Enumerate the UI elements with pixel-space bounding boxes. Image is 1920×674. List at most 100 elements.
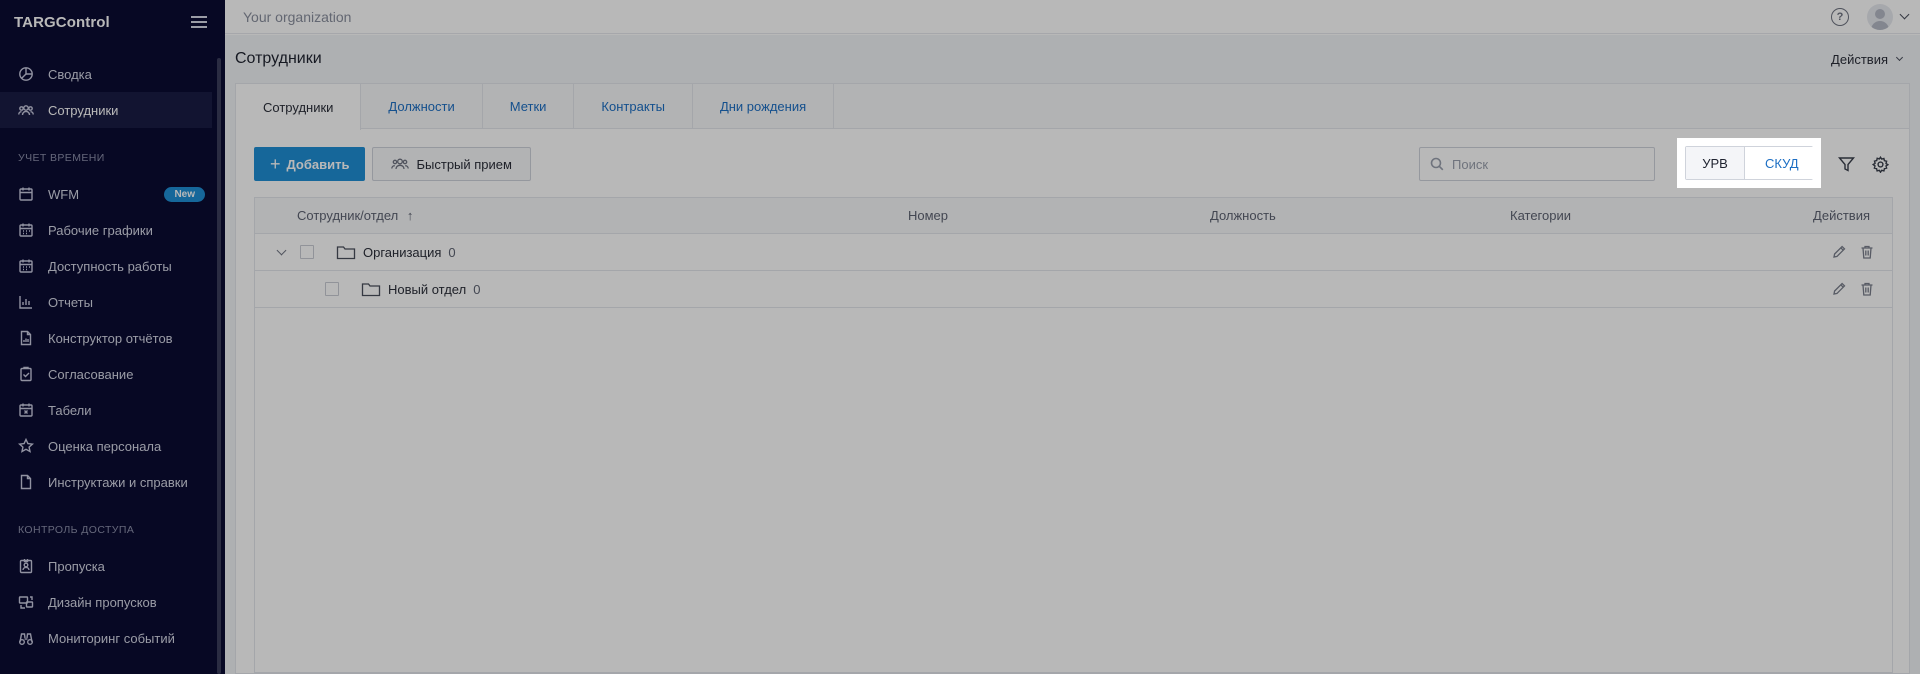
- document-icon: [18, 474, 34, 490]
- calendar-grid-icon: [18, 222, 34, 238]
- row-actions: [1819, 244, 1875, 260]
- row-actions: [1819, 281, 1875, 297]
- sidebar-item-label: Отчеты: [48, 294, 93, 310]
- expand-chevron-icon[interactable]: [276, 245, 287, 255]
- sidebar-item-approval[interactable]: Согласование: [0, 356, 225, 392]
- highlighted-mode-switch: УРВ СКУД: [1677, 138, 1821, 188]
- sidebar-item-wfm[interactable]: WFM New: [0, 176, 225, 212]
- table-header: Сотрудник/отдел ↑ Номер Должность Катего…: [255, 198, 1892, 234]
- employee-count: 0: [448, 244, 456, 260]
- segment-urv[interactable]: УРВ: [1686, 147, 1745, 179]
- sidebar-item-work-schedules[interactable]: Рабочие графики: [0, 212, 225, 248]
- employees-table: Сотрудник/отдел ↑ Номер Должность Катего…: [254, 197, 1893, 673]
- department-name[interactable]: Новый отдел: [388, 282, 466, 297]
- sidebar-item-label: Сводка: [48, 66, 92, 82]
- section-access-control: Контроль доступа: [18, 524, 135, 536]
- help-icon[interactable]: ?: [1831, 7, 1849, 26]
- chart-pie-icon: [18, 66, 34, 82]
- clipboard-check-icon: [18, 366, 34, 382]
- sidebar-item-label: Пропуска: [48, 558, 105, 574]
- page-actions-dropdown[interactable]: Действия: [1831, 51, 1904, 67]
- sidebar-item-label: Доступность работы: [48, 258, 172, 274]
- sidebar-item-pass-design[interactable]: Дизайн пропусков: [0, 584, 225, 620]
- page-title: Сотрудники: [235, 50, 322, 67]
- design-icon: [18, 594, 34, 610]
- row-name-cell[interactable]: Организация 0: [363, 245, 456, 260]
- page-actions-label: Действия: [1831, 51, 1888, 67]
- sidebar: TARGControl Сводка Сотрудники Учет време…: [0, 0, 225, 674]
- quick-hire-button[interactable]: Быстрый прием: [372, 147, 531, 181]
- edit-pencil-icon[interactable]: [1831, 281, 1847, 297]
- column-number[interactable]: Номер: [908, 208, 948, 223]
- settings-gear-icon[interactable]: [1869, 153, 1891, 175]
- tab-employees[interactable]: Сотрудники: [236, 84, 362, 130]
- mode-segmented-control: УРВ СКУД: [1685, 146, 1819, 180]
- app-logo: TARGControl: [14, 13, 110, 31]
- column-employee[interactable]: Сотрудник/отдел ↑: [297, 208, 413, 223]
- sidebar-item-summary[interactable]: Сводка: [0, 56, 225, 92]
- sidebar-item-reports[interactable]: Отчеты: [0, 284, 225, 320]
- toolbar: + Добавить Быстрый прием: [254, 147, 1891, 181]
- sidebar-item-label: Табели: [48, 402, 92, 418]
- top-bar: Your organization ?: [225, 0, 1920, 34]
- segment-skud[interactable]: СКУД: [1745, 147, 1819, 179]
- section-time-tracking: Учет времени: [18, 152, 105, 164]
- trash-icon[interactable]: [1859, 281, 1875, 297]
- sidebar-item-label: Конструктор отчётов: [48, 330, 173, 346]
- row-name-cell[interactable]: Новый отдел 0: [388, 282, 480, 297]
- badge-icon: [18, 558, 34, 574]
- organization-name[interactable]: Your organization: [243, 9, 351, 25]
- sidebar-item-timesheets[interactable]: Табели: [0, 392, 225, 428]
- tab-tags[interactable]: Метки: [483, 84, 575, 129]
- sidebar-item-briefings[interactable]: Инструктажи и справки: [0, 464, 225, 500]
- sidebar-item-label: Сотрудники: [48, 102, 119, 118]
- tab-positions[interactable]: Должности: [361, 84, 483, 129]
- tab-birthdays[interactable]: Дни рождения: [693, 84, 835, 129]
- table-row[interactable]: Организация 0: [255, 234, 1892, 271]
- avatar[interactable]: [1867, 3, 1893, 30]
- add-button-label: Добавить: [286, 156, 350, 172]
- chevron-down-icon[interactable]: [1899, 9, 1910, 20]
- sidebar-item-availability[interactable]: Доступность работы: [0, 248, 225, 284]
- tab-contracts[interactable]: Контракты: [574, 84, 693, 129]
- column-employee-label: Сотрудник/отдел: [297, 208, 399, 223]
- calendar-x-icon: [18, 402, 34, 418]
- trash-icon[interactable]: [1859, 244, 1875, 260]
- search-box[interactable]: [1419, 147, 1655, 181]
- users-icon: [391, 158, 410, 170]
- edit-pencil-icon[interactable]: [1831, 244, 1847, 260]
- department-name[interactable]: Организация: [363, 245, 441, 260]
- sidebar-item-employees[interactable]: Сотрудники: [0, 92, 212, 128]
- calendar-grid-icon: [18, 258, 34, 274]
- sidebar-item-label: Согласование: [48, 366, 134, 382]
- calendar-icon: [18, 186, 34, 202]
- table-row[interactable]: Новый отдел 0: [255, 271, 1892, 308]
- sidebar-item-label: Мониторинг событий: [48, 630, 175, 646]
- top-bar-right: ?: [1831, 3, 1910, 30]
- column-position[interactable]: Должность: [1210, 208, 1276, 223]
- binoculars-icon: [18, 630, 34, 646]
- search-icon: [1430, 157, 1444, 171]
- sidebar-scrollbar[interactable]: [217, 58, 221, 674]
- sidebar-item-report-builder[interactable]: Конструктор отчётов: [0, 320, 225, 356]
- page-header: Сотрудники Действия: [225, 35, 1920, 83]
- new-badge: New: [164, 186, 205, 202]
- employees-card: Сотрудники Должности Метки Контракты Дни…: [235, 83, 1910, 674]
- sidebar-item-passes[interactable]: Пропуска: [0, 548, 225, 584]
- filter-icon[interactable]: [1835, 153, 1857, 175]
- sidebar-item-event-monitoring[interactable]: Мониторинг событий: [0, 620, 225, 656]
- folder-icon: [361, 281, 381, 297]
- folder-icon: [336, 244, 356, 260]
- add-button[interactable]: + Добавить: [254, 147, 366, 181]
- column-categories[interactable]: Категории: [1510, 208, 1571, 223]
- search-input[interactable]: [1452, 156, 1642, 172]
- users-icon: [18, 102, 34, 118]
- star-icon: [18, 438, 34, 454]
- sidebar-item-staff-evaluation[interactable]: Оценка персонала: [0, 428, 225, 464]
- menu-toggle-icon[interactable]: [191, 16, 207, 28]
- row-checkbox[interactable]: [300, 245, 314, 259]
- sidebar-item-label: WFM: [48, 186, 80, 202]
- bar-chart-icon: [18, 294, 34, 310]
- row-checkbox[interactable]: [325, 282, 339, 296]
- doc-chart-icon: [18, 330, 34, 346]
